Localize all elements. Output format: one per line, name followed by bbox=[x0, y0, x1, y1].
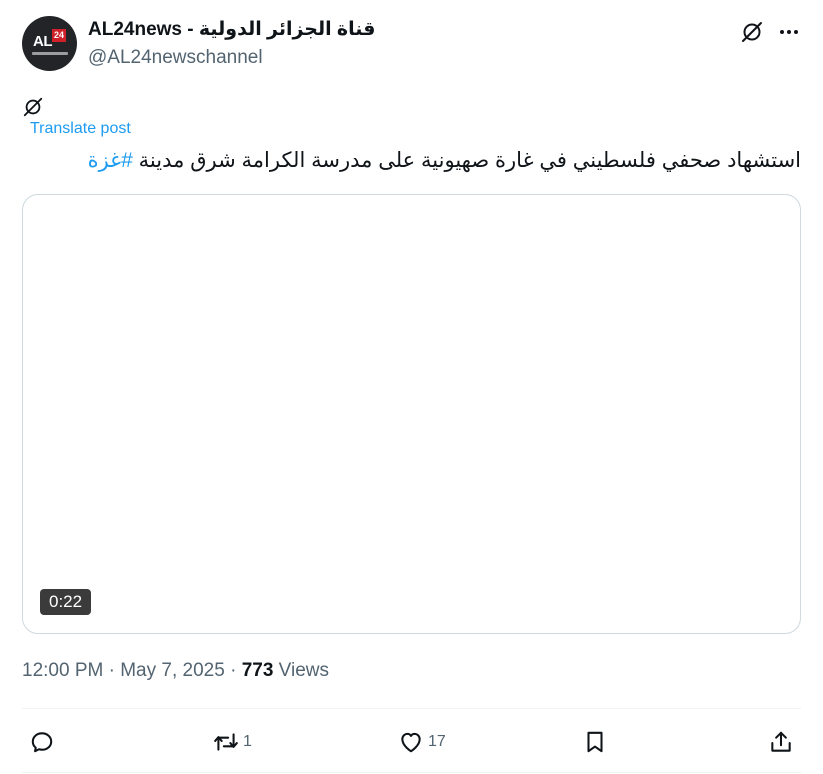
translate-post-link[interactable]: Translate post bbox=[30, 120, 131, 138]
video-duration: 0:22 bbox=[40, 589, 92, 615]
author-display-name[interactable]: AL24news - قناة الجزائر الدولية bbox=[88, 18, 375, 41]
views-label: Views bbox=[278, 660, 330, 681]
author-handle[interactable]: @AL24newschannel bbox=[88, 47, 263, 69]
bookmark-button[interactable] bbox=[582, 728, 608, 756]
like-count: 17 bbox=[428, 733, 446, 750]
avatar[interactable]: AL 24 bbox=[22, 16, 77, 71]
hashtag-link[interactable]: #غزة bbox=[88, 149, 133, 172]
repost-button[interactable]: 1 bbox=[213, 728, 252, 756]
avatar-text: AL bbox=[33, 33, 53, 50]
action-bar: 1 17 bbox=[0, 722, 823, 762]
meta-separator: · bbox=[108, 660, 115, 681]
like-button[interactable]: 17 bbox=[398, 728, 446, 756]
meta-separator: · bbox=[230, 660, 237, 681]
avatar-badge: 24 bbox=[52, 29, 66, 42]
reply-button[interactable] bbox=[29, 728, 59, 756]
grok-icon[interactable] bbox=[740, 20, 764, 44]
grok-icon[interactable] bbox=[22, 96, 44, 118]
more-icon[interactable] bbox=[777, 20, 801, 44]
divider bbox=[22, 772, 801, 773]
post-meta: 12:00 PM · May 7, 2025 · 773 Views bbox=[22, 660, 329, 682]
divider bbox=[22, 708, 801, 709]
bookmark-icon bbox=[587, 731, 603, 753]
avatar-subline bbox=[32, 52, 68, 55]
repost-icon bbox=[214, 733, 238, 751]
share-icon bbox=[771, 731, 791, 752]
video-player[interactable]: 0:22 bbox=[22, 194, 801, 634]
repost-count: 1 bbox=[243, 733, 252, 750]
views-count: 773 bbox=[241, 660, 274, 681]
post-date[interactable]: May 7, 2025 bbox=[120, 660, 225, 681]
post-text: استشهاد صحفي فلسطيني في غارة صهيونية على… bbox=[88, 148, 801, 173]
post-header: AL 24 AL24news - قناة الجزائر الدولية @A… bbox=[0, 0, 823, 90]
post-time[interactable]: 12:00 PM bbox=[22, 660, 103, 681]
like-icon bbox=[401, 732, 421, 753]
reply-icon bbox=[31, 732, 53, 753]
post-text-main: استشهاد صحفي فلسطيني في غارة صهيونية على… bbox=[132, 149, 801, 172]
share-button[interactable] bbox=[768, 728, 794, 756]
